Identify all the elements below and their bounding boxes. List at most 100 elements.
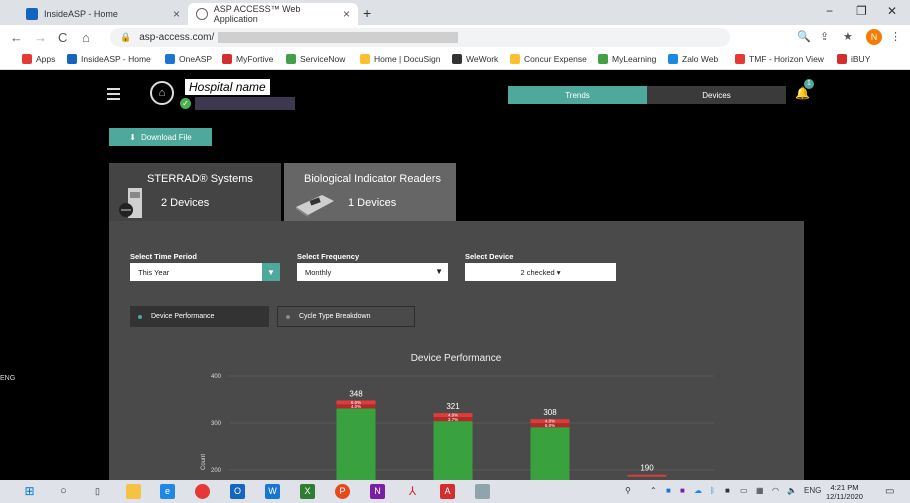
bookmark-item[interactable]: InsideASP - Home: [67, 54, 151, 64]
restore-button[interactable]: ❐: [856, 4, 867, 18]
device-select[interactable]: 2 checked ▾: [465, 263, 616, 281]
word-icon[interactable]: W: [265, 484, 280, 499]
minimize-button[interactable]: −: [826, 4, 833, 18]
subtab-label: Cycle Type Breakdown: [299, 313, 371, 320]
view-toggle: Trends Devices: [508, 86, 786, 104]
search-icon[interactable]: ○: [56, 484, 71, 499]
bookmark-item[interactable]: MyLearning: [598, 54, 656, 64]
download-file-button[interactable]: ⬇ Download File: [109, 128, 212, 146]
close-tab-icon[interactable]: ×: [173, 7, 180, 21]
language-indicator[interactable]: ENG: [804, 486, 821, 495]
bar-total-label: 190: [640, 464, 654, 473]
bluetooth-icon[interactable]: ᛒ: [710, 486, 715, 495]
powerpoint-icon[interactable]: P: [335, 484, 350, 499]
trends-panel: Select Time Period This Year ▼ Select Fr…: [109, 221, 804, 480]
bookmark-item[interactable]: TMF - Horizon View: [735, 54, 824, 64]
clock-date: 12/11/2020: [826, 492, 863, 501]
volume-icon[interactable]: 🔈: [787, 486, 797, 495]
profile-avatar[interactable]: N: [866, 29, 882, 45]
reload-button[interactable]: C: [58, 30, 67, 45]
trends-toggle-button[interactable]: Trends: [508, 86, 647, 104]
edge-icon[interactable]: e: [160, 484, 175, 499]
bookmarks-bar: Apps InsideASP - Home OneASP MyFortive Servi…: [0, 50, 910, 70]
dropdown-caret-icon: ▼: [262, 263, 280, 281]
bar-total-label: 321: [446, 402, 460, 411]
devices-toggle-button[interactable]: Devices: [647, 86, 786, 104]
bookmark-item[interactable]: MyFortive: [222, 54, 273, 64]
tray-onedrive-icon[interactable]: ☁: [694, 486, 702, 495]
bookmark-favicon-icon: [837, 54, 847, 64]
tray-app-icon[interactable]: ■: [666, 486, 671, 495]
bar-green-segment: [336, 408, 376, 480]
bookmark-item[interactable]: Apps: [22, 54, 55, 64]
bi-reader-device-icon: [296, 195, 334, 217]
frequency-value: Monthly: [305, 267, 332, 277]
back-button[interactable]: ←: [10, 30, 23, 45]
bar-total-label: 308: [543, 408, 557, 417]
menu-icon[interactable]: ⋮: [890, 30, 901, 43]
onenote-icon[interactable]: N: [370, 484, 385, 499]
bookmark-item[interactable]: Zalo Web: [668, 54, 718, 64]
bookmark-favicon-icon: [360, 54, 370, 64]
outlook-icon[interactable]: O: [230, 484, 245, 499]
wifi-icon[interactable]: ◠: [772, 486, 779, 495]
bookmark-favicon-icon: [67, 54, 77, 64]
forward-button[interactable]: →: [34, 30, 47, 45]
device-tab-count: 1 Devices: [348, 197, 397, 209]
tab-device-performance[interactable]: Device Performance: [130, 306, 269, 327]
snipping-tool-icon[interactable]: [475, 484, 490, 499]
zoom-icon[interactable]: 🔍: [797, 30, 811, 43]
network-icon[interactable]: ▦: [756, 486, 764, 495]
close-tab-icon[interactable]: ×: [343, 7, 350, 21]
bookmark-item[interactable]: WeWork: [452, 54, 498, 64]
frequency-select[interactable]: Monthly ▼: [297, 263, 448, 281]
device-tab-name: STERRAD® Systems: [147, 173, 253, 185]
new-tab-button[interactable]: +: [363, 5, 371, 21]
clock-time: 4:21 PM: [830, 483, 859, 492]
bookmark-label: OneASP: [179, 54, 213, 64]
bookmark-item[interactable]: Concur Expense: [510, 54, 587, 64]
chart-title: Device Performance: [411, 353, 502, 364]
tray-monitor-icon[interactable]: ▭: [740, 486, 748, 495]
extensions-icon[interactable]: ★: [843, 30, 853, 43]
browser-tab-asp-access[interactable]: ASP ACCESS™ Web Application ×: [188, 3, 358, 25]
url-input[interactable]: 🔒 asp-access.com/: [110, 28, 730, 47]
tab-biological-indicator-readers[interactable]: Biological Indicator Readers 1 Devices: [284, 163, 456, 221]
acrobat-pdf-icon[interactable]: A: [440, 484, 455, 499]
bookmark-item[interactable]: iBUY: [837, 54, 870, 64]
hamburger-menu-icon[interactable]: [107, 88, 120, 103]
bookmark-item[interactable]: ServiceNow: [286, 54, 345, 64]
bookmark-item[interactable]: OneASP: [165, 54, 212, 64]
insideasp-favicon-icon: [26, 8, 38, 20]
tab-sterrad-systems[interactable]: STERRAD® Systems 2 Devices: [109, 163, 281, 221]
home-button[interactable]: ⌂: [82, 30, 90, 45]
y-tick-label: 200: [211, 468, 222, 474]
bar-percent-label: 6.0%: [545, 423, 555, 428]
windows-start-icon[interactable]: ⊞: [22, 484, 37, 499]
hospital-name: Hospital name: [185, 79, 270, 95]
taskbar-clock[interactable]: 4:21 PM 12/11/2020: [826, 483, 863, 501]
bookmark-item[interactable]: Home | DocuSign: [360, 54, 440, 64]
tray-chevron-icon[interactable]: ⌃: [650, 486, 657, 495]
app-viewport: ⌂ Hospital name ✓ Trends Devices 🔔 1 ⬇ D…: [0, 70, 910, 480]
chrome-icon[interactable]: [195, 484, 210, 499]
bookmark-label: Home | DocuSign: [374, 54, 441, 64]
file-explorer-icon[interactable]: [126, 484, 141, 499]
browser-tab-insideasp[interactable]: InsideASP - Home ×: [18, 3, 188, 25]
bar-percent-label: 4.0%: [351, 404, 361, 409]
user-tray-icon[interactable]: ⚲: [625, 486, 631, 495]
device-tab-count: 2 Devices: [161, 197, 210, 209]
bar-green-segment: [530, 427, 570, 480]
acrobat-icon[interactable]: ⅄: [405, 484, 420, 499]
bookmark-favicon-icon: [735, 54, 745, 64]
task-view-icon[interactable]: ▯: [90, 484, 105, 499]
excel-icon[interactable]: X: [300, 484, 315, 499]
notification-center-icon[interactable]: ▭: [885, 486, 894, 497]
tray-teams-icon[interactable]: ■: [725, 486, 730, 495]
bookmark-label: Apps: [36, 54, 56, 64]
time-period-select[interactable]: This Year ▼: [130, 263, 280, 281]
share-icon[interactable]: ⇪: [820, 30, 829, 43]
tray-v-icon[interactable]: ■: [680, 486, 685, 495]
close-window-button[interactable]: ✕: [887, 4, 897, 18]
tab-cycle-type-breakdown[interactable]: Cycle Type Breakdown: [277, 306, 415, 327]
